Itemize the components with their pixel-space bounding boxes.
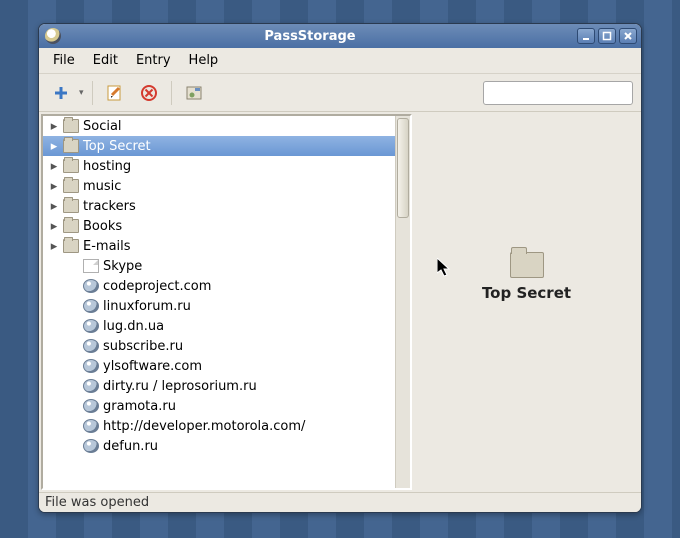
status-text: File was opened <box>45 495 149 510</box>
tree-item-label: Books <box>83 219 122 234</box>
tree-panel: ▸ Social ▸ Top Secret ▸ hosting ▸ music ▸ tracker… <box>41 114 412 490</box>
expander-icon[interactable]: ▸ <box>49 219 59 234</box>
globe-icon <box>83 339 99 353</box>
tree-row[interactable]: http://developer.motorola.com/ <box>43 416 395 436</box>
globe-icon <box>83 299 99 313</box>
titlebar[interactable]: PassStorage <box>39 24 641 48</box>
toolbar: ▾ <box>39 74 641 112</box>
expander-icon[interactable]: ▸ <box>49 199 59 214</box>
detail-title: Top Secret <box>482 284 571 302</box>
tree-item-label: defun.ru <box>103 439 158 454</box>
folder-icon <box>63 239 79 253</box>
globe-icon <box>83 319 99 333</box>
tree-row[interactable]: ▸ trackers <box>43 196 395 216</box>
add-button[interactable] <box>47 79 75 107</box>
application-window: PassStorage File Edit Entry Help ▾ <box>38 23 642 513</box>
tree-row[interactable]: subscribe.ru <box>43 336 395 356</box>
globe-icon <box>83 359 99 373</box>
tree-row[interactable]: Skype <box>43 256 395 276</box>
menu-help[interactable]: Help <box>181 50 227 71</box>
menu-entry[interactable]: Entry <box>128 50 179 71</box>
minimize-button[interactable] <box>577 28 595 44</box>
toolbar-separator <box>171 81 172 105</box>
entry-tree[interactable]: ▸ Social ▸ Top Secret ▸ hosting ▸ music ▸ tracker… <box>43 116 395 488</box>
note-icon <box>83 259 99 273</box>
tree-item-label: trackers <box>83 199 136 214</box>
expander-icon[interactable]: ▸ <box>49 179 59 194</box>
folder-icon <box>63 219 79 233</box>
tree-scrollbar[interactable] <box>395 116 410 488</box>
tree-row[interactable]: codeproject.com <box>43 276 395 296</box>
folder-icon <box>63 199 79 213</box>
tree-row[interactable]: ▸ Books <box>43 216 395 236</box>
tree-row[interactable]: ylsoftware.com <box>43 356 395 376</box>
tree-row[interactable]: linuxforum.ru <box>43 296 395 316</box>
remove-button[interactable] <box>135 79 163 107</box>
expander-icon[interactable]: ▸ <box>49 239 59 254</box>
search-input[interactable] <box>492 86 642 100</box>
folder-icon <box>510 252 544 278</box>
expander-icon[interactable]: ▸ <box>49 159 59 174</box>
menubar: File Edit Entry Help <box>39 48 641 74</box>
globe-icon <box>83 439 99 453</box>
tree-item-label: linuxforum.ru <box>103 299 191 314</box>
detail-panel: Top Secret <box>412 112 641 492</box>
scrollbar-thumb[interactable] <box>397 118 409 218</box>
tree-item-label: codeproject.com <box>103 279 211 294</box>
folder-icon <box>63 139 79 153</box>
tree-item-label: music <box>83 179 121 194</box>
folder-icon <box>63 119 79 133</box>
tree-item-label: hosting <box>83 159 131 174</box>
expander-icon[interactable]: ▸ <box>49 119 59 134</box>
tree-item-label: Social <box>83 119 122 134</box>
tree-row[interactable]: ▸ hosting <box>43 156 395 176</box>
tree-row[interactable]: ▸ music <box>43 176 395 196</box>
menu-edit[interactable]: Edit <box>85 50 126 71</box>
add-dropdown-icon[interactable]: ▾ <box>79 88 84 98</box>
tree-item-label: gramota.ru <box>103 399 176 414</box>
statusbar: File was opened <box>39 492 641 512</box>
globe-icon <box>83 399 99 413</box>
tree-item-label: subscribe.ru <box>103 339 183 354</box>
tree-item-label: Top Secret <box>83 139 151 154</box>
maximize-button[interactable] <box>598 28 616 44</box>
folder-icon <box>63 159 79 173</box>
expander-icon[interactable]: ▸ <box>49 139 59 154</box>
tree-item-label: http://developer.motorola.com/ <box>103 419 305 434</box>
edit-button[interactable] <box>101 79 129 107</box>
globe-icon <box>83 379 99 393</box>
tree-row[interactable]: ▸ Social <box>43 116 395 136</box>
search-box[interactable] <box>483 81 633 105</box>
tree-item-label: lug.dn.ua <box>103 319 164 334</box>
content-area: ▸ Social ▸ Top Secret ▸ hosting ▸ music ▸ tracker… <box>39 112 641 492</box>
tree-item-label: E-mails <box>83 239 131 254</box>
tree-item-label: dirty.ru / leprosorium.ru <box>103 379 257 394</box>
tree-item-label: Skype <box>103 259 142 274</box>
tree-item-label: ylsoftware.com <box>103 359 202 374</box>
toolbar-separator <box>92 81 93 105</box>
tree-row[interactable]: defun.ru <box>43 436 395 456</box>
tree-row[interactable]: dirty.ru / leprosorium.ru <box>43 376 395 396</box>
menu-file[interactable]: File <box>45 50 83 71</box>
preferences-button[interactable] <box>180 79 208 107</box>
tree-row[interactable]: lug.dn.ua <box>43 316 395 336</box>
tree-row[interactable]: gramota.ru <box>43 396 395 416</box>
globe-icon <box>83 279 99 293</box>
folder-icon <box>63 179 79 193</box>
close-button[interactable] <box>619 28 637 44</box>
tree-row[interactable]: ▸ Top Secret <box>43 136 395 156</box>
window-title: PassStorage <box>43 29 577 44</box>
globe-icon <box>83 419 99 433</box>
tree-row[interactable]: ▸ E-mails <box>43 236 395 256</box>
